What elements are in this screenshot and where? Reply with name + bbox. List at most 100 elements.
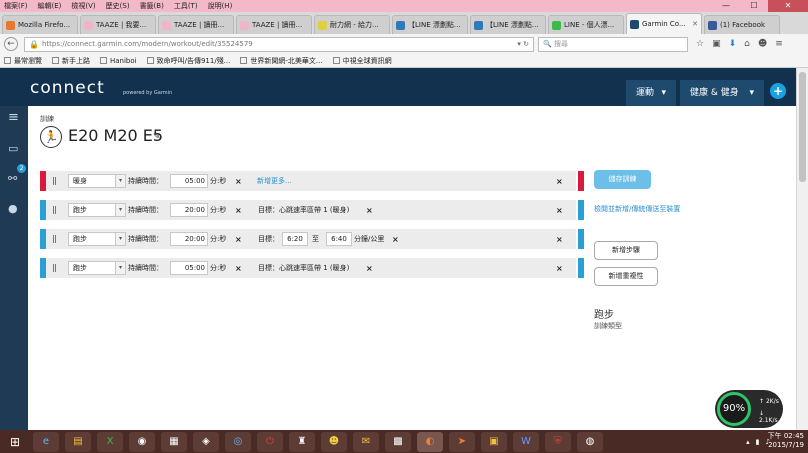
add-repeat-button[interactable]: 新增重複性 — [594, 267, 658, 286]
remove-target-icon[interactable]: × — [392, 235, 399, 244]
bookmark-item[interactable]: Haniboi — [100, 57, 137, 65]
grid-app-icon[interactable]: ▩ — [385, 431, 411, 452]
connections-icon[interactable]: ⚯ — [8, 172, 17, 185]
network-gauge-widget[interactable]: 90% ↑ 2K/s ↓ 2.1K/s — [715, 390, 783, 428]
menu-history[interactable]: 歷史(S) — [106, 1, 130, 11]
edit-pencil-icon[interactable]: ✎ — [153, 132, 161, 142]
browser-tab[interactable]: 【LINE 漂劃點... — [392, 15, 468, 34]
scrollbar-thumb[interactable] — [799, 72, 806, 182]
tab-close-icon[interactable]: ✕ — [692, 20, 698, 28]
internet-explorer-icon[interactable]: e — [33, 431, 59, 452]
hamburger-menu-icon[interactable]: ≡ — [775, 39, 783, 49]
star-icon[interactable]: ☆ — [696, 39, 704, 49]
step-type-select[interactable]: 暖身 ▾ — [68, 174, 126, 188]
maximize-button[interactable]: ☐ — [740, 0, 768, 12]
remove-duration-icon[interactable]: × — [235, 235, 242, 244]
delete-step-icon[interactable]: × — [556, 264, 563, 273]
review-send-link[interactable]: 檢閱並新增/傳統傳送至裝置 — [594, 204, 684, 215]
tray-arrow-icon[interactable]: ▴ — [746, 438, 750, 446]
browser-tab[interactable]: LINE - 個人漂... — [548, 15, 624, 34]
browser-tab[interactable]: Garmin Co... ✕ — [626, 13, 702, 34]
media-player-icon[interactable]: ◉ — [129, 431, 155, 452]
step-type-select[interactable]: 跑步 ▾ — [68, 261, 126, 275]
duration-input[interactable]: 20:00 — [170, 232, 208, 246]
network-icon[interactable]: ▮ — [756, 438, 760, 446]
search-input[interactable]: 🔍 搜尋 — [538, 36, 688, 52]
duration-input[interactable]: 05:00 — [170, 261, 208, 275]
add-button[interactable]: + — [770, 83, 786, 99]
browser-tab[interactable]: Mozilla Firefo... — [2, 15, 78, 34]
browser-tab[interactable]: 【LINE 漂劃點... — [470, 15, 546, 34]
chat-icon[interactable]: ☻ — [758, 39, 767, 49]
bookmark-item[interactable]: 最常瀏覽 — [4, 56, 42, 66]
browser-tab[interactable]: (1) Facebook — [704, 15, 780, 34]
pace-from-input[interactable]: 6:20 — [282, 232, 308, 246]
drag-handle-icon[interactable] — [53, 235, 56, 243]
shield-icon[interactable]: ⛨ — [545, 431, 571, 452]
home-icon[interactable]: ⌂ — [744, 39, 750, 49]
delete-step-icon[interactable]: × — [556, 206, 563, 215]
browser-tab[interactable]: TAAZE | 我要... — [80, 15, 156, 34]
chat-app-icon[interactable]: ◎ — [225, 431, 251, 452]
download-icon[interactable]: ⬇ — [729, 39, 737, 49]
browser-tab[interactable]: 耐力網 - 給力... — [314, 15, 390, 34]
step-type-select[interactable]: 跑步 ▾ — [68, 203, 126, 217]
add-more-link[interactable]: 新增更多... — [257, 176, 292, 186]
duration-input[interactable]: 05:00 — [170, 174, 208, 188]
pace-to-input[interactable]: 6:40 — [326, 232, 352, 246]
menu-file[interactable]: 檔案(F) — [4, 1, 28, 11]
delete-step-icon[interactable]: × — [556, 235, 563, 244]
save-workout-button[interactable]: 儲存訓練 — [594, 170, 651, 189]
clipboard-icon[interactable]: ▣ — [712, 39, 721, 49]
browser-tab[interactable]: TAAZE | 讀冊... — [158, 15, 234, 34]
menu-edit[interactable]: 編輯(E) — [38, 1, 62, 11]
windows-start-icon[interactable]: ⊞ — [0, 430, 30, 453]
drag-handle-icon[interactable] — [53, 177, 56, 185]
nav-activities[interactable]: 運動 ▾ — [626, 80, 676, 106]
bookmark-item[interactable]: 中視全球資訊網 — [332, 56, 392, 66]
menu-tools[interactable]: 工具(T) — [174, 1, 198, 11]
power-icon[interactable]: ⏻ — [257, 431, 283, 452]
page-scrollbar[interactable] — [796, 68, 808, 430]
browser-tab[interactable]: TAAZE | 讀冊... — [236, 15, 312, 34]
delete-step-icon[interactable]: × — [556, 177, 563, 186]
bookmark-item[interactable]: 致命呼叫/告傳911/殘... — [146, 56, 230, 66]
nav-health-fitness[interactable]: 健康 & 健身 ▾ — [680, 80, 764, 106]
step-type-select[interactable]: 跑步 ▾ — [68, 232, 126, 246]
app-icon[interactable]: ◈ — [193, 431, 219, 452]
file-explorer-icon[interactable]: ▤ — [65, 431, 91, 452]
bookmark-item[interactable]: 新手上路 — [52, 56, 90, 66]
photos-icon[interactable]: ▦ — [161, 431, 187, 452]
profile-icon[interactable]: ● — [8, 202, 18, 215]
duration-input[interactable]: 20:00 — [170, 203, 208, 217]
globe-icon[interactable]: ◍ — [577, 431, 603, 452]
remove-target-icon[interactable]: × — [366, 264, 373, 273]
target-text[interactable]: 目標：心跳速率區帶 1 (暖身) — [258, 205, 349, 215]
messenger-icon[interactable]: ✉ — [353, 431, 379, 452]
hamburger-icon[interactable]: ≡ — [8, 110, 19, 125]
target-text[interactable]: 目標：心跳速率區帶 1 (暖身) — [258, 263, 349, 273]
inbox-icon[interactable]: ▭ — [8, 142, 18, 155]
drag-handle-icon[interactable] — [53, 264, 56, 272]
reload-icon[interactable]: ▾ ↻ — [517, 40, 529, 48]
address-bar[interactable]: 🔒 https://connect.garmin.com/modern/work… — [24, 36, 534, 52]
drag-handle-icon[interactable] — [53, 206, 56, 214]
firefox-icon[interactable]: ◐ — [417, 431, 443, 452]
system-clock[interactable]: 下午 02:45 2015/7/19 — [768, 432, 804, 450]
connect-logo[interactable]: connect — [30, 78, 105, 98]
close-window-button[interactable]: ✕ — [768, 0, 808, 12]
game-icon[interactable]: ☻ — [321, 431, 347, 452]
menu-bookmarks[interactable]: 書籤(B) — [140, 1, 164, 11]
remove-duration-icon[interactable]: × — [235, 206, 242, 215]
back-button[interactable]: ← — [4, 37, 18, 51]
folder-icon[interactable]: ▣ — [481, 431, 507, 452]
remove-duration-icon[interactable]: × — [235, 264, 242, 273]
minimize-button[interactable]: — — [712, 0, 740, 12]
breadcrumb[interactable]: 訓練 — [40, 114, 54, 124]
remove-duration-icon[interactable]: × — [235, 177, 242, 186]
add-step-button[interactable]: 新增步驟 — [594, 241, 658, 260]
word-icon[interactable]: W — [513, 431, 539, 452]
castle-icon[interactable]: ♜ — [289, 431, 315, 452]
menu-help[interactable]: 說明(H) — [208, 1, 233, 11]
excel-icon[interactable]: X — [97, 431, 123, 452]
